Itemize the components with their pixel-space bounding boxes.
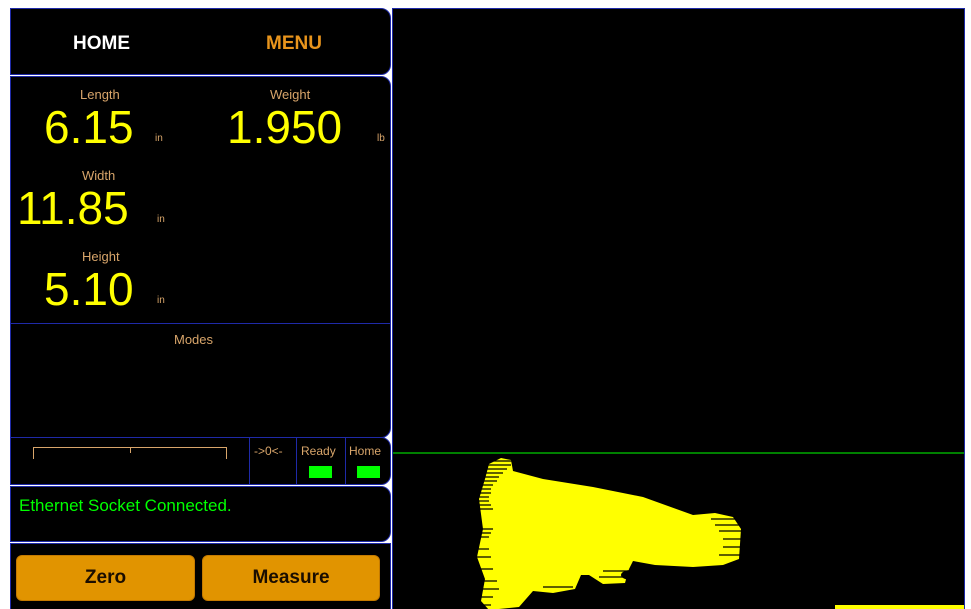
weight-value: 1.950: [227, 101, 343, 153]
status-bar: ->0<- Ready Home: [10, 437, 391, 485]
width-value: 11.85: [17, 182, 129, 234]
measure-button[interactable]: Measure: [202, 555, 380, 601]
message-panel: Ethernet Socket Connected.: [10, 486, 391, 542]
scan-view: [392, 8, 965, 609]
weight-unit: lb: [377, 133, 385, 144]
status-message: Ethernet Socket Connected.: [19, 496, 232, 515]
scan-canvas: [393, 452, 964, 609]
width-label: Width: [82, 168, 116, 183]
status-divider: [345, 438, 346, 485]
home-status-label: Home: [349, 444, 382, 458]
ready-label: Ready: [301, 444, 336, 458]
height-unit: in: [157, 295, 165, 306]
length-unit: in: [155, 133, 163, 144]
scan-profile: [473, 458, 964, 609]
home-button[interactable]: HOME: [73, 33, 130, 55]
zero-indicator-label: ->0<-: [254, 444, 283, 458]
weight-gauge: [33, 447, 227, 459]
length-label: Length: [80, 87, 120, 102]
measurements-panel: Length 6.15 in Weight 1.950 lb Width 11.…: [10, 76, 391, 324]
menu-button[interactable]: MENU: [266, 33, 322, 55]
modes-panel: Modes: [10, 323, 391, 438]
ready-indicator-light: [309, 466, 332, 478]
width-unit: in: [157, 214, 165, 225]
measurement-screen: HOME MENU Length 6.15 in Weight 1.950 lb…: [0, 0, 971, 609]
action-panel: Zero Measure: [10, 543, 391, 609]
zero-button[interactable]: Zero: [16, 555, 195, 601]
height-value: 5.10: [44, 263, 134, 315]
status-divider: [296, 438, 297, 485]
status-divider: [249, 438, 250, 485]
gauge-center-tick: [130, 448, 131, 453]
home-indicator-light: [357, 466, 380, 478]
length-value: 6.15: [44, 101, 134, 153]
height-label: Height: [82, 249, 120, 264]
top-nav: HOME MENU: [10, 8, 391, 75]
modes-label: Modes: [174, 332, 214, 347]
weight-label: Weight: [270, 87, 311, 102]
